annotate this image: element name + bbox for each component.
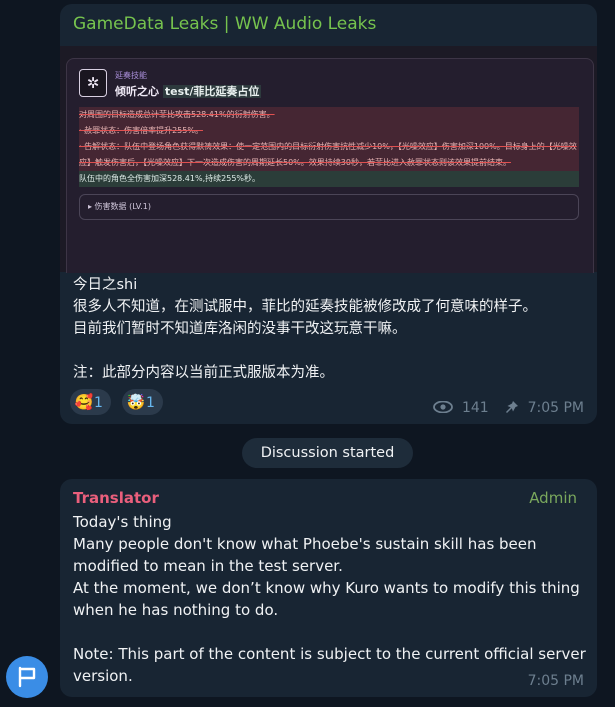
reaction-chip[interactable]: 🤯1	[122, 389, 163, 415]
reaction-count: 1	[146, 395, 155, 411]
reply-text: Today's thing Many people don't know wha…	[73, 513, 586, 685]
channel-post-bubble[interactable]: GameData Leaks | WW Audio Leaks ✲ 延奏技能 倾…	[60, 4, 597, 424]
author-name[interactable]: Translator	[73, 489, 159, 507]
skill-test-label: test/菲比延奏占位	[162, 85, 262, 98]
skill-line: · 赦罪状态：伤害倍率提升255%。	[79, 123, 579, 139]
skill-type-label: 延奏技能	[115, 71, 147, 80]
post-time: 7:05 PM	[527, 400, 584, 416]
skill-line: 对周围的目标造成总计菲比攻击528.41%的衍射伤害。	[79, 107, 579, 123]
skill-emblem-icon: ✲	[79, 69, 107, 97]
discussion-started-label: Discussion started	[242, 438, 413, 468]
skill-line: · 告解状态：队伍中登场角色获得默祷效果：使一定范围内的目标衍射伤害抗性减少10…	[79, 139, 579, 171]
eye-icon	[433, 400, 454, 414]
reaction-emoji: 🤯	[126, 393, 146, 411]
avatar[interactable]	[6, 656, 48, 698]
skill-line: 队伍中的角色全伤害加深528.41%,持续255%秒。	[79, 171, 579, 187]
skill-name: 倾听之心 test/菲比延奏占位	[115, 83, 262, 99]
skill-card: ✲ 延奏技能 倾听之心 test/菲比延奏占位 对周围的目标造成总计菲比攻击52…	[66, 58, 594, 273]
reply-bubble[interactable]: Translator Admin Today's thing Many peop…	[60, 479, 597, 697]
reply-time: 7:05 PM	[527, 673, 584, 689]
reaction-chip[interactable]: 🥰1	[70, 389, 111, 415]
reaction-count: 1	[94, 395, 103, 411]
admin-badge: Admin	[529, 489, 577, 507]
flag-icon	[18, 666, 36, 688]
reaction-emoji: 🥰	[74, 393, 94, 411]
post-meta: 141 7:05 PM	[433, 400, 584, 416]
reactions-bar: 🥰1 🤯1	[70, 389, 169, 415]
skill-name-text: 倾听之心	[115, 85, 159, 98]
channel-title[interactable]: GameData Leaks | WW Audio Leaks	[73, 14, 376, 34]
damage-data-expander: ▸ 伤害数据 (LV.1)	[79, 194, 579, 220]
pin-icon	[506, 401, 519, 413]
post-image[interactable]: ✲ 延奏技能 倾听之心 test/菲比延奏占位 对周围的目标造成总计菲比攻击52…	[60, 46, 597, 273]
post-text: 今日之shi 很多人不知道，在测试服中，菲比的延奏技能被修改成了何意味的样子。 …	[73, 277, 537, 381]
skill-description: 对周围的目标造成总计菲比攻击528.41%的衍射伤害。 · 赦罪状态：伤害倍率提…	[79, 107, 579, 187]
chat-view: GameData Leaks | WW Audio Leaks ✲ 延奏技能 倾…	[0, 0, 615, 707]
view-count: 141	[461, 400, 489, 416]
